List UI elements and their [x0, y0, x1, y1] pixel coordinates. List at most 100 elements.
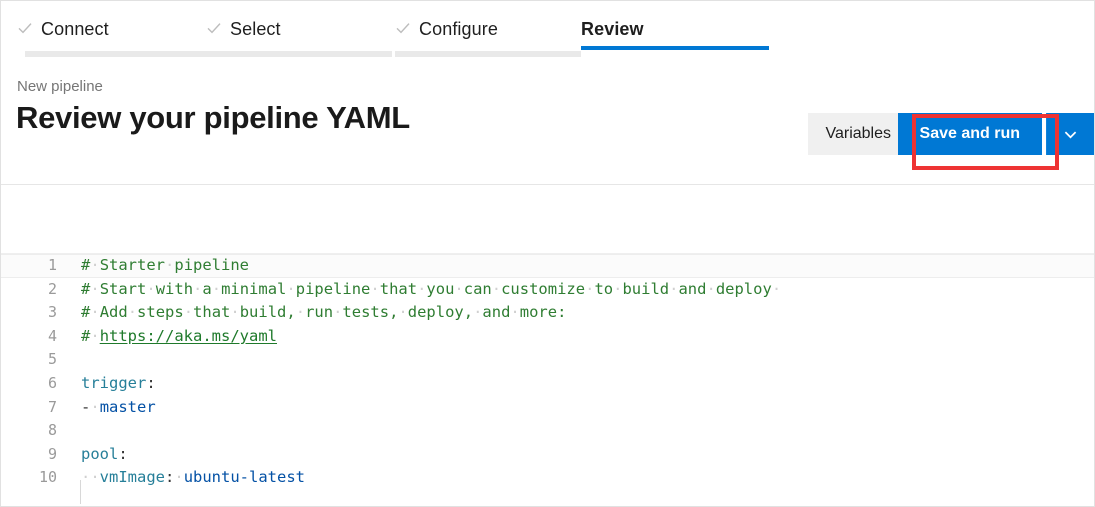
- code-text: #·Starter·pipeline: [81, 255, 249, 277]
- code-token-comment: to: [594, 279, 614, 298]
- code-token-key: vmImage: [99, 468, 165, 487]
- code-token-comment: you: [426, 279, 455, 298]
- code-text: trigger:: [81, 372, 156, 396]
- code-token-comment: deploy: [715, 279, 772, 298]
- code-token-comment: build,: [239, 303, 296, 322]
- code-token-ws: ·: [183, 303, 194, 322]
- code-line[interactable]: 9 pool:: [1, 443, 1094, 467]
- code-token-link: https://aka.ms/yaml: [99, 326, 277, 345]
- save-and-run-button[interactable]: Save and run: [897, 113, 1042, 155]
- code-text: #·Add·steps·that·build,·run·tests,·deplo…: [81, 301, 566, 325]
- code-token-comment: Add: [99, 303, 128, 322]
- check-icon: [206, 20, 222, 36]
- line-number: 9: [47, 444, 57, 463]
- code-line[interactable]: 10 ··vmImage:·ubuntu-latest: [1, 466, 1094, 505]
- code-token-comment: can: [463, 279, 492, 298]
- code-token-ws: ·: [286, 279, 296, 298]
- code-token-comment: steps: [137, 303, 184, 322]
- code-token-ws: ·: [193, 279, 203, 298]
- check-icon: [17, 20, 33, 36]
- code-line[interactable]: 5: [1, 348, 1094, 372]
- wizard-step-underline: [206, 51, 392, 57]
- wizard-step-bar: Connect Select Configure Review: [1, 1, 1094, 58]
- code-token-comment: build: [622, 279, 670, 298]
- review-pipeline-yaml-page: Connect Select Configure Review New pipe…: [0, 0, 1095, 507]
- code-token-comment: Start: [99, 279, 147, 298]
- line-number: 5: [47, 350, 57, 369]
- code-token-comment: and: [482, 303, 511, 322]
- wizard-step-label: Configure: [419, 19, 498, 39]
- code-token-comment: that: [193, 303, 231, 322]
- code-text: #·https://aka.ms/yaml: [81, 325, 277, 349]
- code-text: ··vmImage:·ubuntu-latest: [80, 466, 306, 505]
- line-number: 10: [38, 468, 57, 487]
- code-token-comment: with: [155, 279, 194, 298]
- code-token-ws: ·: [706, 279, 716, 298]
- code-text: #·Start·with·a·minimal·pipeline·that·you…: [81, 278, 781, 302]
- wizard-step-underline: [395, 51, 581, 57]
- code-token-comment: Starter: [99, 256, 166, 274]
- code-line[interactable]: 2 #·Start·with·a·minimal·pipeline·that·yo…: [1, 278, 1094, 302]
- line-number: 3: [47, 303, 57, 322]
- code-token-ws: ·: [127, 303, 138, 322]
- code-token-ws: ·: [165, 256, 175, 274]
- code-token-comment: tests,: [342, 303, 399, 322]
- code-token-comment: #: [81, 303, 91, 322]
- code-token-comment: that: [379, 279, 418, 298]
- code-token-comment: deploy,: [407, 303, 474, 322]
- wizard-step-select[interactable]: Select: [206, 1, 392, 58]
- line-number: 1: [47, 256, 57, 274]
- wizard-step-label: Review: [581, 19, 644, 39]
- code-token-key: pool: [81, 444, 119, 463]
- wizard-step-connect[interactable]: Connect: [17, 1, 211, 58]
- breadcrumb: New pipeline: [17, 78, 103, 95]
- code-token-punct: :: [165, 468, 175, 487]
- file-toolbar: PartsUnlimited/azure-pipelines.yml* Show…: [1, 185, 1094, 418]
- code-token-ws: ·: [333, 303, 343, 322]
- wizard-step-review[interactable]: Review: [581, 1, 769, 58]
- page-header: New pipeline Review your pipeline YAML V…: [1, 58, 1094, 185]
- code-token-ws: ·: [417, 279, 427, 298]
- code-line[interactable]: 3 #·Add·steps·that·build,·run·tests,·depl…: [1, 301, 1094, 325]
- wizard-step-label: Select: [230, 19, 281, 39]
- yaml-code-editor[interactable]: 1 #·Starter·pipeline 2 #·Start·with·a·minim…: [1, 253, 1094, 506]
- code-token-comment: pipeline: [295, 279, 371, 298]
- code-token-ws: ·: [491, 279, 502, 298]
- code-token-value: ubuntu-latest: [183, 468, 306, 487]
- code-token-comment: and: [678, 279, 707, 298]
- code-token-comment: pipeline: [174, 256, 250, 274]
- code-token-comment: #: [81, 256, 91, 274]
- code-line[interactable]: 8: [1, 419, 1094, 443]
- line-number: 6: [47, 373, 57, 392]
- page-title: Review your pipeline YAML: [16, 100, 410, 135]
- code-line[interactable]: 6 trigger:: [1, 372, 1094, 396]
- check-icon: [395, 20, 411, 36]
- line-number: 2: [47, 279, 57, 298]
- code-token-ws: ·: [454, 279, 464, 298]
- code-token-ws: ·: [398, 303, 408, 322]
- variables-button[interactable]: Variables: [808, 113, 908, 155]
- line-number: 7: [47, 397, 57, 416]
- wizard-step-configure[interactable]: Configure: [395, 1, 581, 58]
- code-text: pool:: [81, 443, 128, 467]
- code-token-value: master: [99, 397, 156, 416]
- code-token-dash: -: [81, 397, 91, 416]
- code-token-key: trigger: [81, 373, 147, 392]
- code-token-comment: minimal: [221, 279, 287, 298]
- code-token-ws: ··: [81, 468, 100, 487]
- code-token-ws: ·: [771, 279, 782, 298]
- save-and-run-dropdown-button[interactable]: [1046, 113, 1094, 155]
- code-line[interactable]: 1 #·Starter·pipeline: [1, 254, 1094, 278]
- code-token-comment: customize: [501, 279, 586, 298]
- wizard-step-underline: [25, 51, 211, 57]
- code-token-comment: more:: [519, 303, 567, 322]
- code-token-ws: ·: [146, 279, 156, 298]
- code-line[interactable]: 4 #·https://aka.ms/yaml: [1, 325, 1094, 349]
- code-line[interactable]: 7 -·master: [1, 396, 1094, 420]
- wizard-step-underline-active: [581, 46, 769, 50]
- code-token-comment: a: [202, 279, 212, 298]
- code-token-ws: ·: [370, 279, 380, 298]
- code-token-comment: run: [305, 303, 334, 322]
- code-token-ws: ·: [174, 468, 184, 487]
- code-token-ws: ·: [90, 279, 100, 298]
